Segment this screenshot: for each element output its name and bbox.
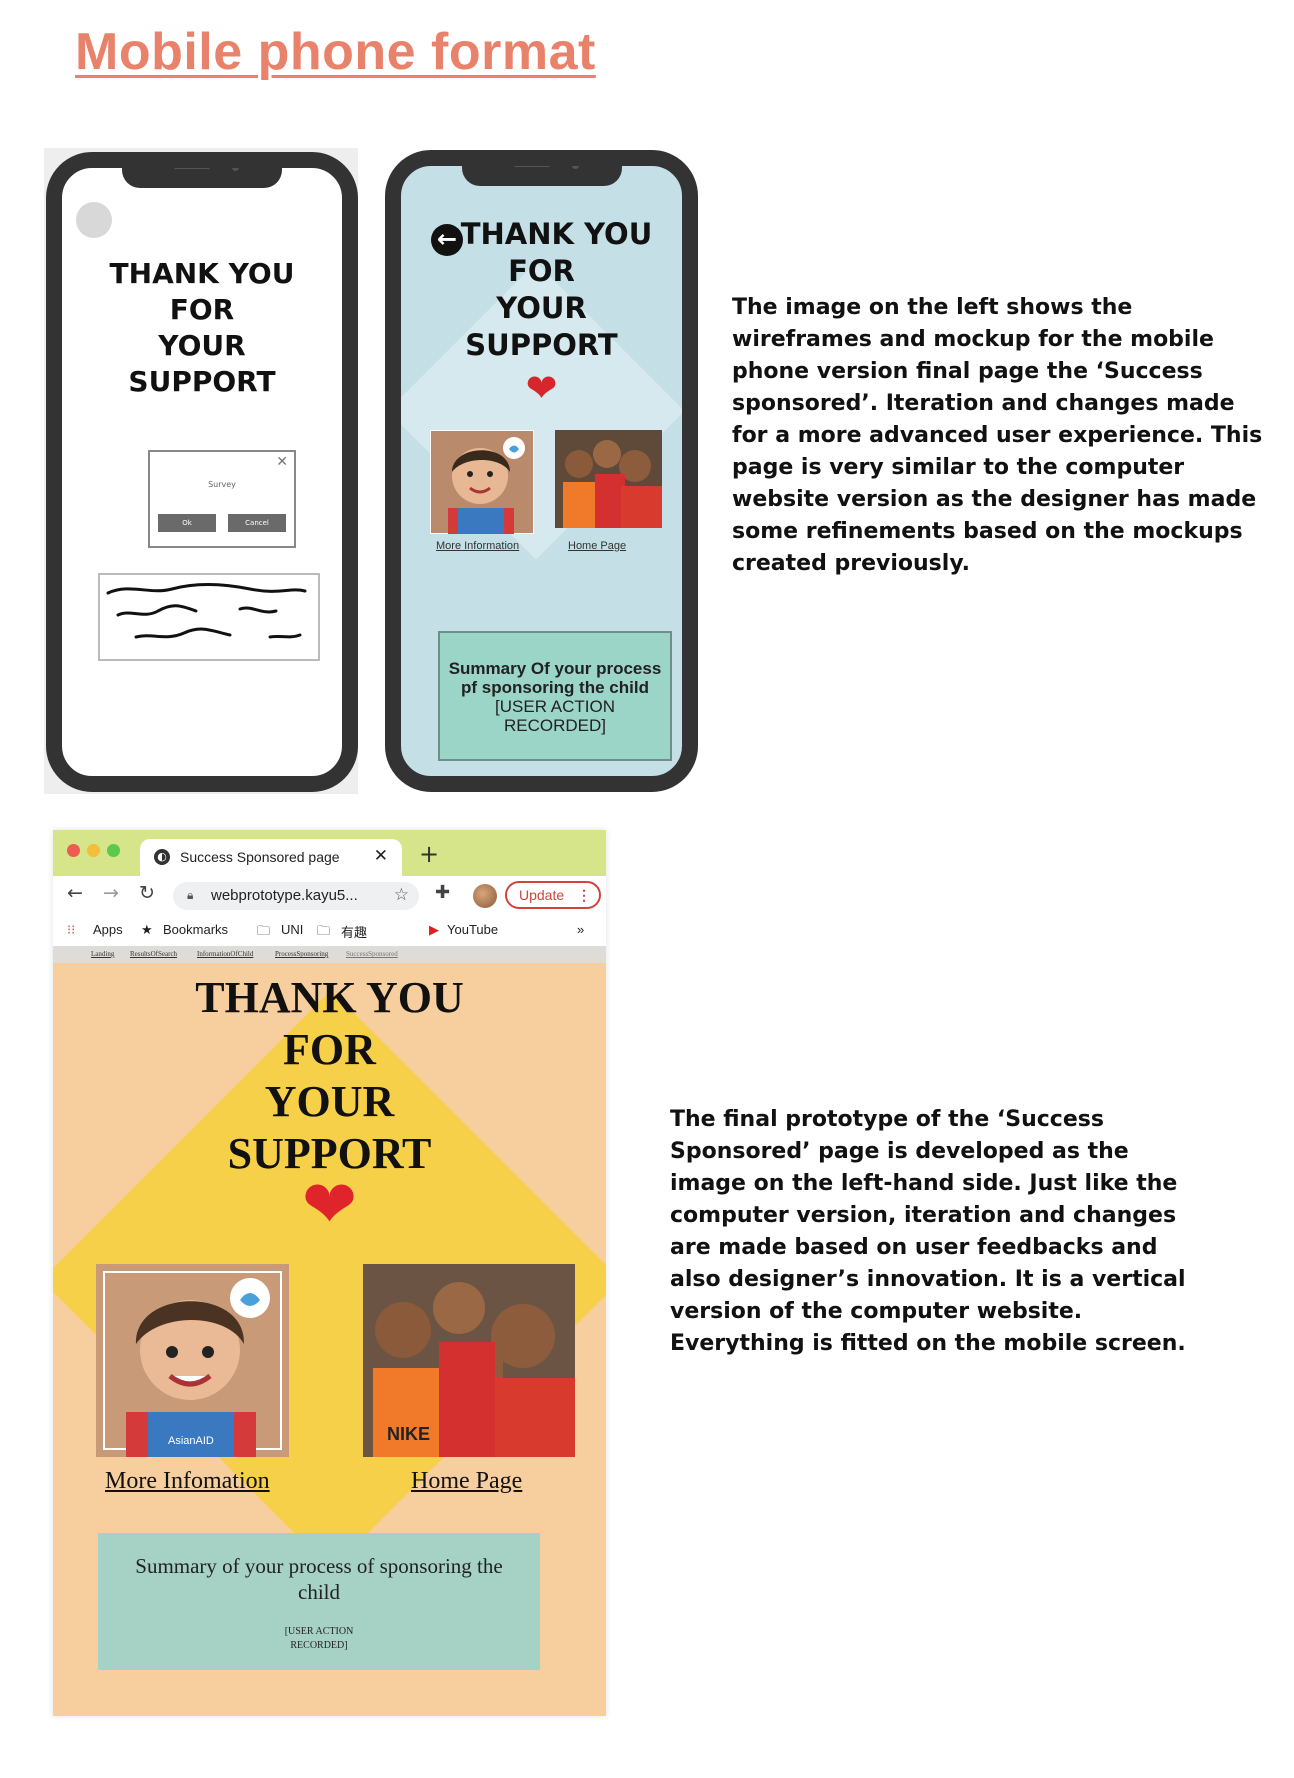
folder-icon: 🗀 [317,923,331,938]
summary-box: Summary of your process of sponsoring th… [98,1533,540,1670]
scribble-lines [106,583,307,639]
children-group-photo[interactable]: NIKE [363,1264,575,1457]
kebab-menu-icon[interactable]: ⋮ [577,883,591,907]
home-page-link[interactable]: Home Page [411,1468,522,1495]
phone-notch [122,168,282,188]
forward-icon[interactable]: → [103,882,119,904]
children-group-photo[interactable] [555,430,662,528]
bookmark-bookmarks[interactable]: Bookmarks [163,922,228,937]
phone-notch [461,166,622,186]
back-icon[interactable]: ← [67,882,83,904]
page-title: Mobile phone format [75,23,596,81]
home-page-link[interactable]: Home Page [568,540,626,552]
more-bookmarks-icon[interactable]: » [577,922,584,937]
mockup-phone: ← THANK YOU FOR YOUR SUPPORT ❤ More Info… [385,150,698,792]
lock-icon: 🔒︎ [187,888,194,902]
text-placeholder-box [98,573,320,661]
summary-box: Summary Of your process pf sponsoring th… [438,631,672,761]
new-tab-button[interactable]: + [419,840,439,868]
nav-process-sponsoring[interactable]: ProcessSponsoring [275,950,328,958]
wireframe-thank-you: THANK YOU FOR YOUR SUPPORT [109,257,295,398]
maximize-window-dot[interactable] [107,844,120,857]
logo-text: AsianAID [168,1435,214,1447]
url-text: webprototype.kayu5... [211,887,358,904]
survey-dialog: ✕ Survey Ok Cancel [148,450,296,548]
heart-icon: ❤ [525,366,558,410]
final-thank-you: THANK YOU FOR YOUR SUPPORT [195,973,464,1178]
bookmarks-bar: ⁝⁝ Apps ★ Bookmarks 🗀 UNI 🗀 有趣 ▶ YouTube… [53,914,606,947]
more-information-link[interactable]: More Information [436,540,519,552]
extensions-icon[interactable]: ✚ [435,882,450,903]
nav-success-sponsored[interactable]: SuccessSponsored [346,950,398,958]
browser-tab[interactable]: ◐ Success Sponsored page ✕ [140,839,402,876]
more-information-link[interactable]: More Infomation [105,1468,270,1495]
minimize-window-dot[interactable] [87,844,100,857]
survey-label: Survey [208,480,236,489]
browser-screenshot: ◐ Success Sponsored page ✕ + ← → ↻ 🔒︎ we… [53,830,606,1716]
close-window-dot[interactable] [67,844,80,857]
wireframe-phone: THANK YOU FOR YOUR SUPPORT ✕ Survey Ok C… [46,152,358,792]
star-icon[interactable]: ☆ [394,885,409,905]
globe-icon: ◐ [154,849,170,865]
mockup-thank-you: THANK YOU FOR YOUR SUPPORT [460,217,653,362]
bookmark-uni[interactable]: UNI [281,922,303,937]
bookmark-youtube[interactable]: YouTube [447,922,498,937]
site-nav: Landing ResultsOfSearch InformationOfChi… [53,947,606,963]
description-final: The final prototype of the ‘Success Spon… [670,1107,1186,1356]
tab-title: Success Sponsored page [180,849,340,865]
star-icon: ★ [141,922,153,937]
nav-landing[interactable]: Landing [91,950,114,958]
youtube-icon: ▶ [429,922,439,937]
heart-icon: ❤ [301,1166,358,1243]
summary-title: Summary of your process of sponsoring th… [135,1554,503,1604]
child-photo[interactable]: AsianAID [96,1264,289,1457]
nav-results-of-search[interactable]: ResultsOfSearch [130,950,177,958]
profile-avatar[interactable] [473,884,497,908]
nav-information-of-child[interactable]: InformationOfChild [197,950,253,958]
apps-grid-icon: ⁝⁝ [67,922,76,937]
address-bar[interactable]: 🔒︎ webprototype.kayu5... ☆ [173,882,419,910]
close-icon[interactable]: ✕ [276,454,288,470]
cancel-button[interactable]: Cancel [228,514,286,532]
folder-icon: 🗀 [257,923,271,938]
tab-close-icon[interactable]: ✕ [374,846,388,866]
avatar-placeholder [76,202,112,238]
summary-note: [USER ACTION RECORDED] [284,1626,354,1651]
bookmark-apps[interactable]: Apps [93,922,123,937]
jersey-text: NIKE [387,1424,430,1444]
ok-button[interactable]: Ok [158,514,216,532]
child-photo[interactable] [429,429,535,535]
bookmark-fun[interactable]: 有趣 [341,922,367,941]
reload-icon[interactable]: ↻ [139,882,155,904]
update-button[interactable]: Update ⋮ [505,881,601,909]
description-wireframe: The image on the left shows the wirefram… [732,295,1263,576]
browser-toolbar: ← → ↻ 🔒︎ webprototype.kayu5... ☆ ✚ Updat… [53,876,606,914]
